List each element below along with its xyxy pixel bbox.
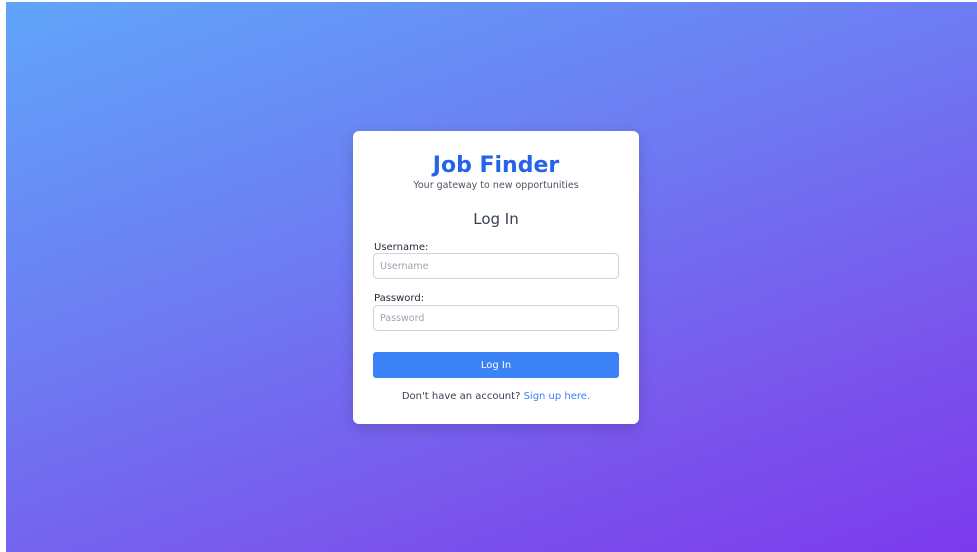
- password-input[interactable]: [373, 305, 619, 331]
- password-label: Password:: [374, 293, 425, 304]
- form-heading: Log In: [473, 210, 519, 228]
- login-card: Job Finder Your gateway to new opportuni…: [353, 131, 639, 424]
- app-tagline: Your gateway to new opportunities: [413, 180, 579, 191]
- signup-prompt: Don't have an account? Sign up here.: [353, 390, 639, 404]
- login-button[interactable]: Log In: [373, 352, 619, 378]
- signup-link[interactable]: Sign up here.: [524, 391, 591, 402]
- app-title: Job Finder: [432, 153, 560, 178]
- username-input[interactable]: [373, 253, 619, 279]
- signup-prompt-text: Don't have an account?: [401, 391, 521, 402]
